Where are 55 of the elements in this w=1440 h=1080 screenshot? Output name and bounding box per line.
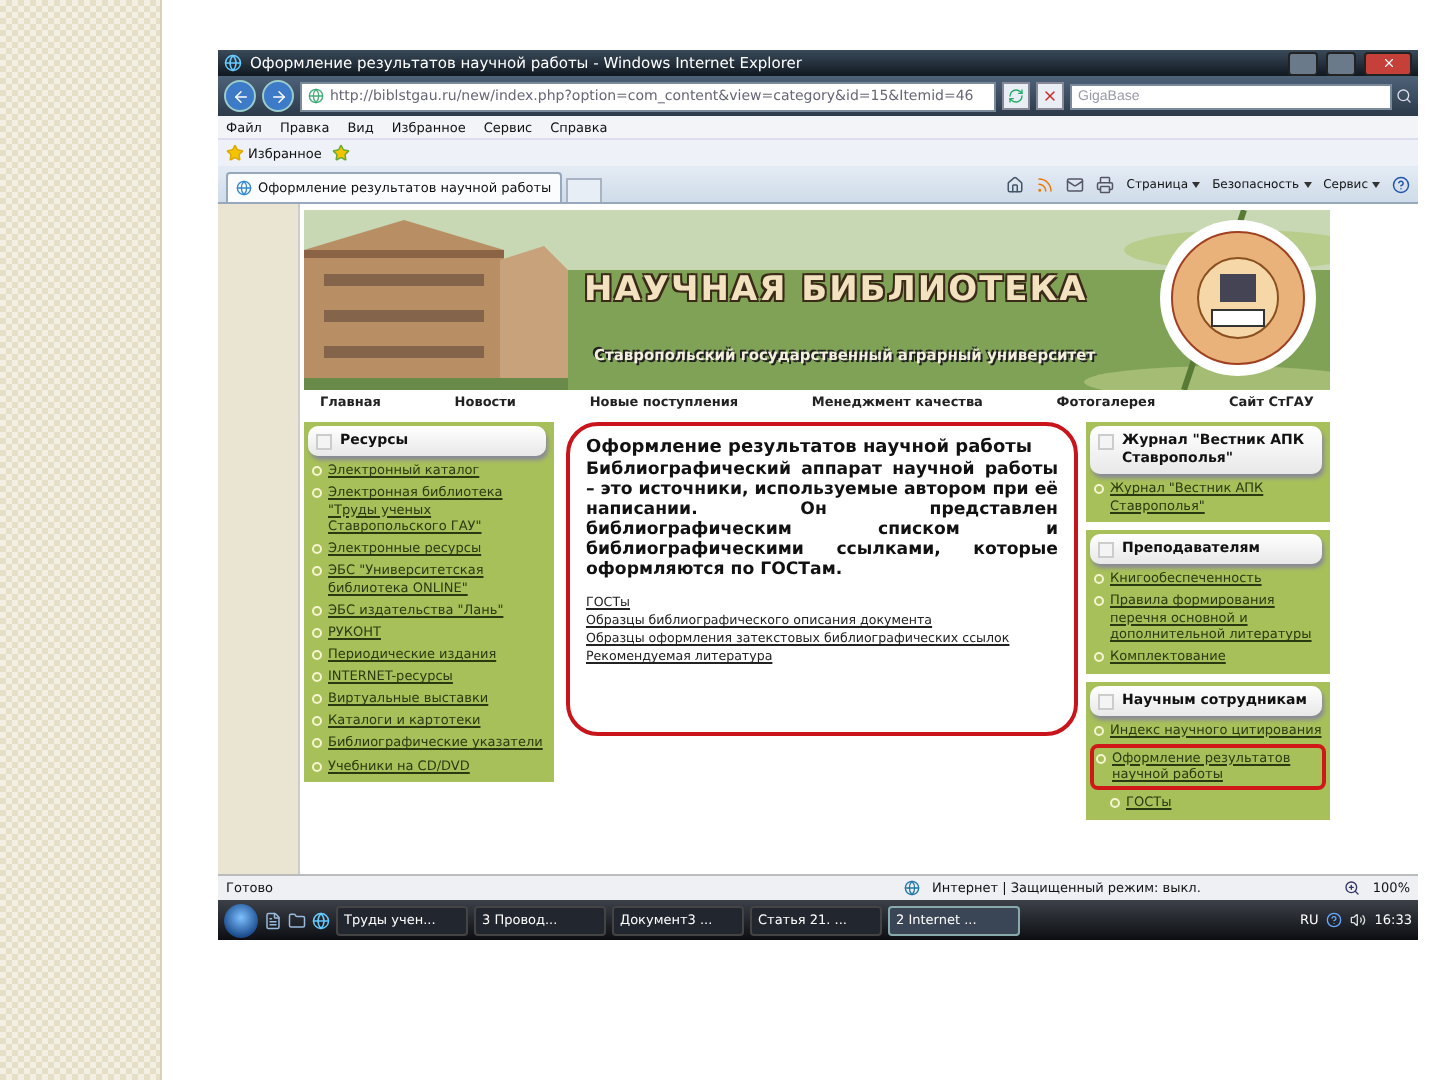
globe-icon [236,180,252,196]
square-marker-icon [1098,542,1114,558]
home-icon[interactable] [1006,175,1025,193]
mail-icon[interactable] [1066,175,1085,193]
close-icon [1381,56,1395,70]
article-title: Оформление результатов научной работы [586,438,1034,458]
bullet-icon [312,650,322,661]
start-button[interactable] [224,903,258,937]
back-icon [231,87,249,105]
help-icon[interactable] [1392,175,1410,193]
forward-button[interactable] [262,80,294,112]
bullet-icon [1094,725,1104,736]
bullet-icon [312,466,322,476]
site-title: НАУЧНАЯ БИБЛИОТЕКА [584,270,1088,310]
volume-icon[interactable] [1350,912,1367,928]
globe-icon [308,88,324,104]
globe-icon [904,880,920,896]
bullet-icon [312,627,322,638]
search-icon[interactable] [1396,88,1412,104]
bullet-icon [1094,596,1104,607]
refresh-button[interactable] [1002,82,1030,110]
bullet-icon [1096,753,1106,764]
forward-icon [269,87,287,105]
browser-icon [224,54,242,72]
close-icon [1042,88,1058,104]
bullet-icon [1094,574,1104,584]
add-favorite-icon[interactable] [331,144,350,162]
bullet-icon [1094,484,1104,494]
bullet-icon [1110,798,1120,809]
bullet-icon [312,672,322,683]
minimize-button[interactable] [1288,51,1318,75]
maximize-button[interactable] [1326,51,1356,75]
bullet-icon [312,716,322,727]
help-icon[interactable] [1326,912,1343,928]
stop-button[interactable] [1036,82,1064,110]
zoom-icon[interactable] [1344,880,1361,896]
back-button[interactable] [224,80,256,112]
browser-icon[interactable] [312,911,330,929]
article-text: Библиографический аппарат научной работы – это источники, используемые автором при её написании. Он представлен библиографическим списком и библиографическими ссылками, которые оформляются по ГОСТам. [586,460,1058,580]
refresh-icon [1008,88,1024,104]
star-icon [226,144,244,162]
bullet-icon [312,544,322,555]
bullet-icon [312,566,322,577]
square-marker-icon [1098,434,1114,450]
printer-icon[interactable] [1096,175,1115,193]
bullet-icon [312,605,322,616]
square-marker-icon [316,434,332,450]
bullet-icon [1094,652,1104,663]
bullet-icon [312,738,322,749]
bullet-icon [312,488,322,499]
close-button[interactable] [1364,51,1412,75]
square-marker-icon [1098,693,1114,710]
bullet-icon [312,761,322,772]
emblem-icon [1158,218,1318,378]
bullet-icon [312,694,322,705]
